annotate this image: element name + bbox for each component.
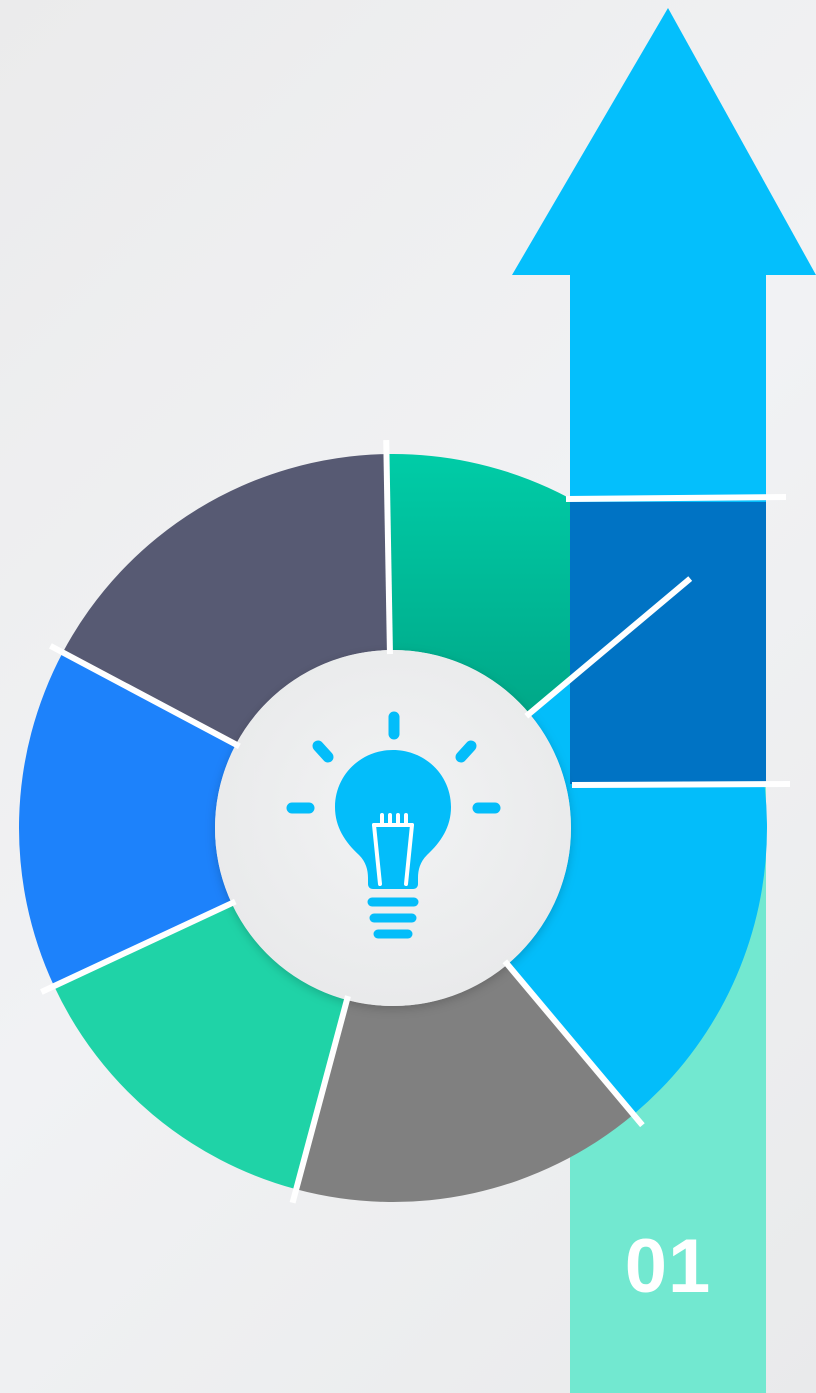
ring-separator — [383, 440, 393, 655]
step-number: 01 — [624, 1224, 712, 1309]
arrow-head — [512, 8, 816, 275]
arrow-divider-upper — [565, 494, 787, 502]
infographic-canvas: 01 — [0, 0, 816, 1393]
arrow-divider-lower — [571, 781, 791, 788]
arrow-shaft-top — [570, 272, 766, 502]
arrow-shaft-middle — [570, 502, 766, 784]
growth-arrow-diagram — [19, 8, 816, 1393]
